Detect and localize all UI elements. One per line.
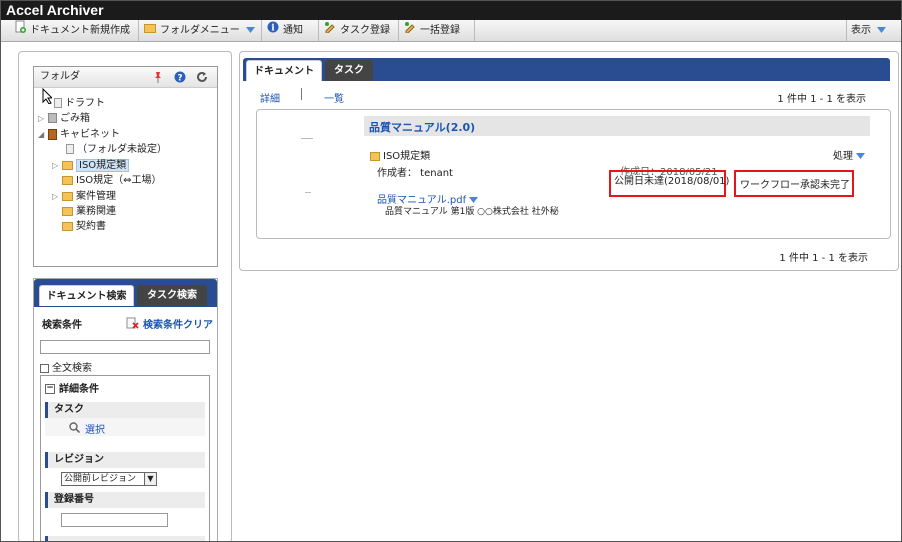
pencil-icon — [404, 20, 416, 41]
tab-document-search[interactable]: ドキュメント検索 — [39, 285, 134, 306]
folder-icon — [62, 206, 73, 216]
expand-arrow-icon[interactable]: ▷ — [52, 190, 62, 204]
tree-item-projects[interactable]: ▷ 案件管理 — [52, 190, 116, 204]
thumbnail-placeholder — [301, 138, 313, 139]
document-title-link[interactable]: 品質マニュアル(2.0) — [369, 119, 475, 135]
notify-button[interactable]: i 通知 — [263, 20, 319, 41]
result-count-top: 1 件中 1 - 1 を表示 — [777, 94, 866, 105]
collapse-icon[interactable]: − — [45, 384, 55, 394]
thumbnail-placeholder — [305, 192, 311, 193]
search-input[interactable] — [40, 340, 210, 354]
detail-conditions-box: − 詳細条件 タスク 選択 レビジョン 公開前レビジョン ▼ 登録番号 — [40, 375, 210, 541]
fulltext-checkbox[interactable] — [40, 363, 49, 373]
bulk-register-button[interactable]: 一括登録 — [400, 20, 475, 41]
folder-icon — [62, 175, 73, 185]
collapse-arrow-icon[interactable]: ◢ — [38, 128, 48, 142]
tab-task-search[interactable]: タスク検索 — [137, 285, 207, 306]
clear-icon[interactable] — [126, 317, 139, 332]
document-author: 作成者： tenant — [377, 168, 453, 179]
tree-item-contracts[interactable]: 契約書 — [62, 220, 106, 234]
folder-icon — [144, 20, 156, 41]
chevron-down-icon — [245, 20, 255, 41]
view-detail-link[interactable]: 詳細 — [260, 90, 280, 105]
folder-icon — [62, 160, 73, 170]
document-icon — [54, 98, 62, 108]
tree-item-iso-factory[interactable]: ISO規定（⇔工場） — [62, 174, 162, 188]
workflow-status: ワークフロー承認未完了 — [740, 180, 850, 191]
folder-panel-title: フォルダ — [34, 67, 217, 88]
help-icon[interactable]: ? — [174, 71, 186, 86]
cursor-icon — [42, 87, 54, 107]
pin-icon[interactable] — [152, 71, 164, 86]
file-description: 品質マニュアル 第1版 ○○株式会社 社外秘 — [385, 207, 559, 217]
clear-conditions-link[interactable]: 検索条件クリア — [143, 316, 213, 331]
folder-menu-button[interactable]: フォルダメニュー — [140, 20, 262, 41]
result-count-bottom: 1 件中 1 - 1 を表示 — [779, 253, 868, 264]
regno-section-header: 登録番号 — [45, 492, 205, 508]
chevron-down-icon: ▼ — [144, 473, 156, 485]
document-folder: ISO規定類 — [370, 147, 430, 162]
next-section-header — [45, 536, 205, 541]
task-select-link[interactable]: 選択 — [85, 421, 105, 436]
svg-text:?: ? — [177, 74, 182, 84]
search-panel: ドキュメント検索 タスク検索 検索条件 検索条件クリア 全文検索 − 詳細条件 タ… — [33, 278, 218, 541]
cabinet-icon — [48, 128, 57, 140]
document-card: 品質マニュアル(2.0) ISO規定類 処理 作成者： tenant 作成日：2… — [256, 109, 891, 239]
left-panel: フォルダ ? ドラフト ▷ ごみ箱 ◢ キャビネット （フォルダ未設定） ▷ I… — [18, 51, 232, 541]
pencil-icon — [324, 20, 336, 41]
chevron-down-icon — [856, 151, 866, 162]
trash-icon — [48, 113, 57, 123]
tree-item-cabinet[interactable]: ◢ キャビネット — [38, 128, 120, 142]
view-menu-button[interactable]: 表示 — [846, 20, 900, 41]
expand-arrow-icon[interactable]: ▷ — [52, 159, 62, 173]
fulltext-search-option[interactable]: 全文検索 — [40, 359, 92, 374]
search-icon[interactable] — [69, 422, 81, 436]
folder-icon — [370, 151, 380, 161]
folder-icon — [62, 191, 73, 201]
svg-text:i: i — [271, 24, 275, 34]
refresh-icon[interactable] — [196, 71, 208, 86]
document-icon — [66, 144, 74, 154]
info-icon: i — [267, 20, 279, 41]
revision-section-header: レビジョン — [45, 452, 205, 468]
tree-item-unset-folder[interactable]: （フォルダ未設定） — [66, 143, 167, 157]
tree-item-draft[interactable]: ドラフト — [54, 97, 105, 111]
revision-select[interactable]: 公開前レビジョン ▼ — [61, 472, 157, 486]
main-panel: ドキュメント タスク 詳細 一覧 1 件中 1 - 1 を表示 品質マニュアル(… — [239, 51, 899, 271]
task-register-button[interactable]: タスク登録 — [320, 20, 399, 41]
new-document-icon — [15, 20, 26, 41]
app-window: Accel Archiver ドキュメント新規作成 フォルダメニュー i 通知 … — [0, 0, 902, 542]
view-list-link[interactable]: 一覧 — [324, 90, 344, 105]
new-document-button[interactable]: ドキュメント新規作成 — [11, 20, 139, 41]
folder-panel: フォルダ ? ドラフト ▷ ごみ箱 ◢ キャビネット （フォルダ未設定） ▷ I… — [33, 66, 218, 267]
tree-item-iso-rules[interactable]: ▷ ISO規定類 — [52, 159, 130, 173]
tree-item-trash[interactable]: ▷ ごみ箱 — [38, 112, 90, 126]
chevron-down-icon — [877, 20, 887, 41]
view-divider — [301, 88, 302, 100]
publish-status: 公開日未達(2018/08/01) — [614, 175, 730, 189]
action-menu-button[interactable]: 処理 — [833, 147, 866, 162]
tab-document[interactable]: ドキュメント — [246, 60, 322, 81]
tab-task[interactable]: タスク — [325, 60, 373, 81]
toolbar: ドキュメント新規作成 フォルダメニュー i 通知 タスク登録 一括登録 表示 — [1, 20, 901, 42]
app-title: Accel Archiver — [1, 1, 901, 20]
folder-icon — [62, 221, 73, 231]
task-section-header: タスク — [45, 402, 205, 418]
expand-arrow-icon[interactable]: ▷ — [38, 112, 48, 126]
detail-conditions-toggle[interactable]: − 詳細条件 — [45, 380, 99, 395]
regno-input[interactable] — [61, 513, 168, 527]
tree-item-business[interactable]: 業務関連 — [62, 205, 116, 219]
search-conditions-label: 検索条件 — [42, 320, 82, 331]
